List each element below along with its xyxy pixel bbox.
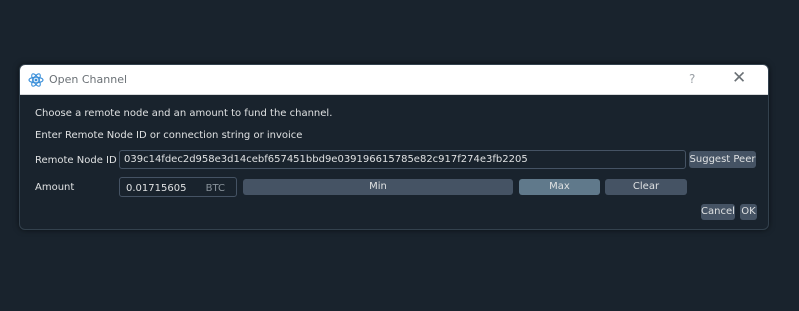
dialog-body: Choose a remote node and an amount to fu… [20, 95, 768, 229]
amount-input[interactable]: 0.01715605 BTC [119, 177, 237, 197]
max-button[interactable]: Max [519, 179, 600, 195]
help-button[interactable]: ? [689, 72, 695, 86]
amount-unit: BTC [205, 183, 225, 194]
clear-button[interactable]: Clear [605, 179, 687, 195]
min-button[interactable]: Min [243, 179, 513, 195]
cancel-button[interactable]: Cancel [701, 204, 735, 220]
suggest-peer-button[interactable]: Suggest Peer [689, 151, 756, 168]
instruction-text: Choose a remote node and an amount to fu… [35, 108, 333, 119]
close-button[interactable]: ✕ [732, 68, 746, 88]
amount-value: 0.01715605 [126, 183, 187, 194]
dialog-title: Open Channel [49, 73, 128, 86]
remote-node-label: Remote Node ID [35, 155, 117, 166]
dialog-titlebar: Open Channel ? ✕ [20, 65, 768, 95]
electrum-atom-icon [28, 72, 44, 88]
open-channel-dialog: Open Channel ? ✕ Choose a remote node an… [19, 64, 769, 230]
amount-label: Amount [35, 182, 75, 193]
ok-button[interactable]: OK [740, 204, 757, 220]
hint-text: Enter Remote Node ID or connection strin… [35, 130, 303, 141]
remote-node-input[interactable]: 039c14fdec2d958e3d14cebf657451bbd9e03919… [119, 150, 686, 169]
